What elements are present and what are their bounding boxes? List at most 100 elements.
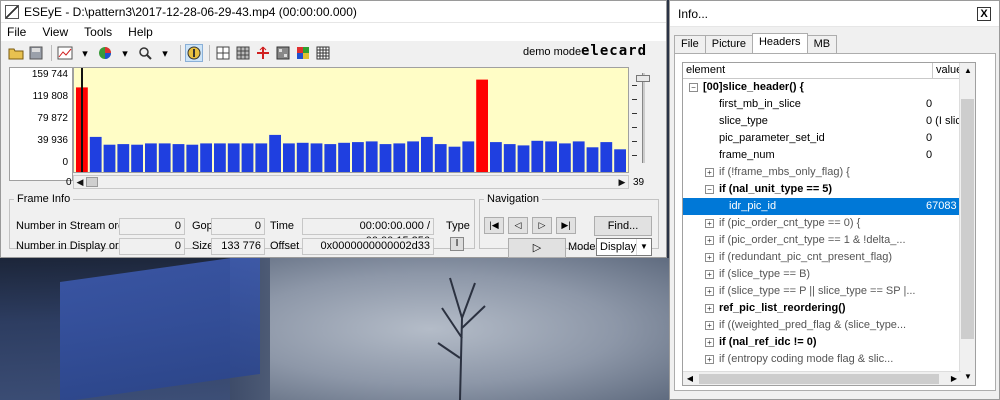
tree-row[interactable]: + if (redundant_pic_cnt_present_flag): [683, 249, 961, 266]
frame-bar[interactable]: [214, 143, 226, 173]
scroll-left-icon[interactable]: ◀: [74, 177, 86, 188]
frame-bar[interactable]: [421, 136, 433, 173]
frame-bar[interactable]: [310, 143, 323, 173]
scroll-thumb[interactable]: [86, 177, 98, 187]
frame-bar[interactable]: [324, 144, 337, 173]
frame-bar[interactable]: [283, 143, 295, 173]
chart-plot-area[interactable]: [73, 67, 629, 173]
tree-row[interactable]: + if (pic_order_cnt_type == 0) {: [683, 215, 961, 232]
tab-picture[interactable]: Picture: [704, 35, 753, 53]
frame-bar[interactable]: [103, 144, 116, 173]
tree-row[interactable]: idr_pic_id 67083: [683, 198, 961, 215]
grid-blocks-icon[interactable]: [234, 44, 252, 62]
close-icon[interactable]: X: [977, 7, 991, 21]
frame-bar[interactable]: [545, 141, 557, 173]
tree-row[interactable]: + if (nal_ref_idc != 0): [683, 334, 961, 351]
tree-row[interactable]: frame_num 0: [683, 147, 961, 164]
tree-row[interactable]: slice_type 0 (I slice): [683, 113, 961, 130]
i-frame-bar[interactable]: [476, 79, 488, 173]
info-circle-icon[interactable]: [185, 44, 203, 62]
tree-row[interactable]: + if (pic_order_cnt_type == 1 & !delta_..…: [683, 232, 961, 249]
tree-row[interactable]: − if (nal_unit_type == 5): [683, 181, 961, 198]
frame-bar[interactable]: [255, 143, 268, 173]
motion-vectors-icon[interactable]: [254, 44, 272, 62]
tab-file[interactable]: File: [674, 35, 706, 53]
frame-bar[interactable]: [200, 143, 212, 173]
tree-row[interactable]: + ref_pic_list_reordering(): [683, 300, 961, 317]
chevron-down-icon[interactable]: ▾: [76, 44, 94, 62]
expand-icon[interactable]: +: [705, 253, 714, 262]
tree-vertical-scrollbar[interactable]: ▲ ▼: [959, 63, 975, 385]
collapse-icon[interactable]: −: [689, 83, 698, 92]
play-icon[interactable]: ▷: [508, 238, 566, 258]
color-wheel-icon[interactable]: [96, 44, 114, 62]
expand-icon[interactable]: +: [705, 355, 714, 364]
frame-bar[interactable]: [600, 142, 613, 173]
frame-bar[interactable]: [559, 143, 571, 173]
column-element[interactable]: element: [683, 63, 933, 78]
chevron-down-icon[interactable]: ▾: [156, 44, 174, 62]
frame-bar[interactable]: [269, 134, 281, 173]
scroll-thumb[interactable]: [699, 374, 939, 384]
tree-row[interactable]: − [00]slice_header() {: [683, 79, 961, 96]
next-frame-icon[interactable]: ▷: [532, 217, 552, 234]
find-button[interactable]: Find...: [594, 216, 652, 236]
frame-bar[interactable]: [145, 143, 157, 173]
chart-horizontal-scrollbar[interactable]: ◀ ▶: [73, 175, 629, 189]
frame-bar[interactable]: [131, 144, 143, 173]
frame-bar[interactable]: [379, 144, 392, 173]
grid-split-icon[interactable]: [214, 44, 232, 62]
frame-bar[interactable]: [227, 143, 240, 173]
chart-icon[interactable]: [56, 44, 74, 62]
scroll-down-icon[interactable]: ▼: [960, 369, 975, 385]
tree-row[interactable]: + if (slice_type == B): [683, 266, 961, 283]
frame-bar[interactable]: [241, 143, 254, 173]
frame-bar[interactable]: [296, 142, 309, 173]
frame-bar[interactable]: [186, 144, 199, 173]
tree-row[interactable]: + if (!frame_mbs_only_flag) {: [683, 164, 961, 181]
frame-bar[interactable]: [117, 144, 130, 173]
slider-knob[interactable]: [636, 75, 650, 82]
frame-bar[interactable]: [572, 141, 585, 173]
macroblock-icon[interactable]: [274, 44, 292, 62]
frame-cursor-line[interactable]: [81, 68, 83, 172]
frame-bar[interactable]: [517, 145, 530, 173]
expand-icon[interactable]: +: [705, 304, 714, 313]
frame-bar[interactable]: [352, 142, 364, 173]
prev-frame-icon[interactable]: ◁: [508, 217, 528, 234]
expand-icon[interactable]: +: [705, 270, 714, 279]
menu-file[interactable]: File: [7, 25, 26, 39]
expand-icon[interactable]: +: [705, 338, 714, 347]
expand-icon[interactable]: +: [705, 321, 714, 330]
frame-bar[interactable]: [338, 142, 350, 173]
expand-icon[interactable]: +: [705, 236, 714, 245]
frame-bar[interactable]: [614, 149, 626, 173]
table-grid-icon[interactable]: [314, 44, 332, 62]
expand-icon[interactable]: +: [705, 219, 714, 228]
frame-bar[interactable]: [172, 144, 185, 173]
open-file-icon[interactable]: [7, 44, 25, 62]
last-frame-icon[interactable]: ▶|: [556, 217, 576, 234]
scroll-right-icon[interactable]: ▶: [947, 372, 961, 385]
menu-tools[interactable]: Tools: [84, 25, 112, 39]
frame-bar[interactable]: [407, 141, 419, 173]
tree-row[interactable]: first_mb_in_slice 0: [683, 96, 961, 113]
frame-bar[interactable]: [365, 141, 378, 173]
color-blocks-icon[interactable]: [294, 44, 312, 62]
frame-bar[interactable]: [503, 144, 516, 173]
chevron-down-icon[interactable]: ▼: [636, 239, 651, 255]
zoom-icon[interactable]: [136, 44, 154, 62]
tree-row[interactable]: + if (slice_type == P || slice_type == SP…: [683, 283, 961, 300]
frame-bar[interactable]: [393, 143, 406, 173]
save-icon[interactable]: [27, 44, 45, 62]
frame-bar[interactable]: [462, 141, 475, 173]
first-frame-icon[interactable]: |◀: [484, 217, 504, 234]
tab-headers[interactable]: Headers: [751, 33, 808, 53]
headers-tree[interactable]: element value − [00]slice_header() {first…: [682, 62, 976, 386]
frame-bar[interactable]: [448, 146, 461, 173]
tree-horizontal-scrollbar[interactable]: ◀ ▶: [683, 371, 961, 385]
mode-select[interactable]: Display ▼: [596, 238, 652, 256]
chevron-down-icon[interactable]: ▾: [116, 44, 134, 62]
frame-bar[interactable]: [158, 143, 171, 173]
expand-icon[interactable]: +: [705, 168, 714, 177]
